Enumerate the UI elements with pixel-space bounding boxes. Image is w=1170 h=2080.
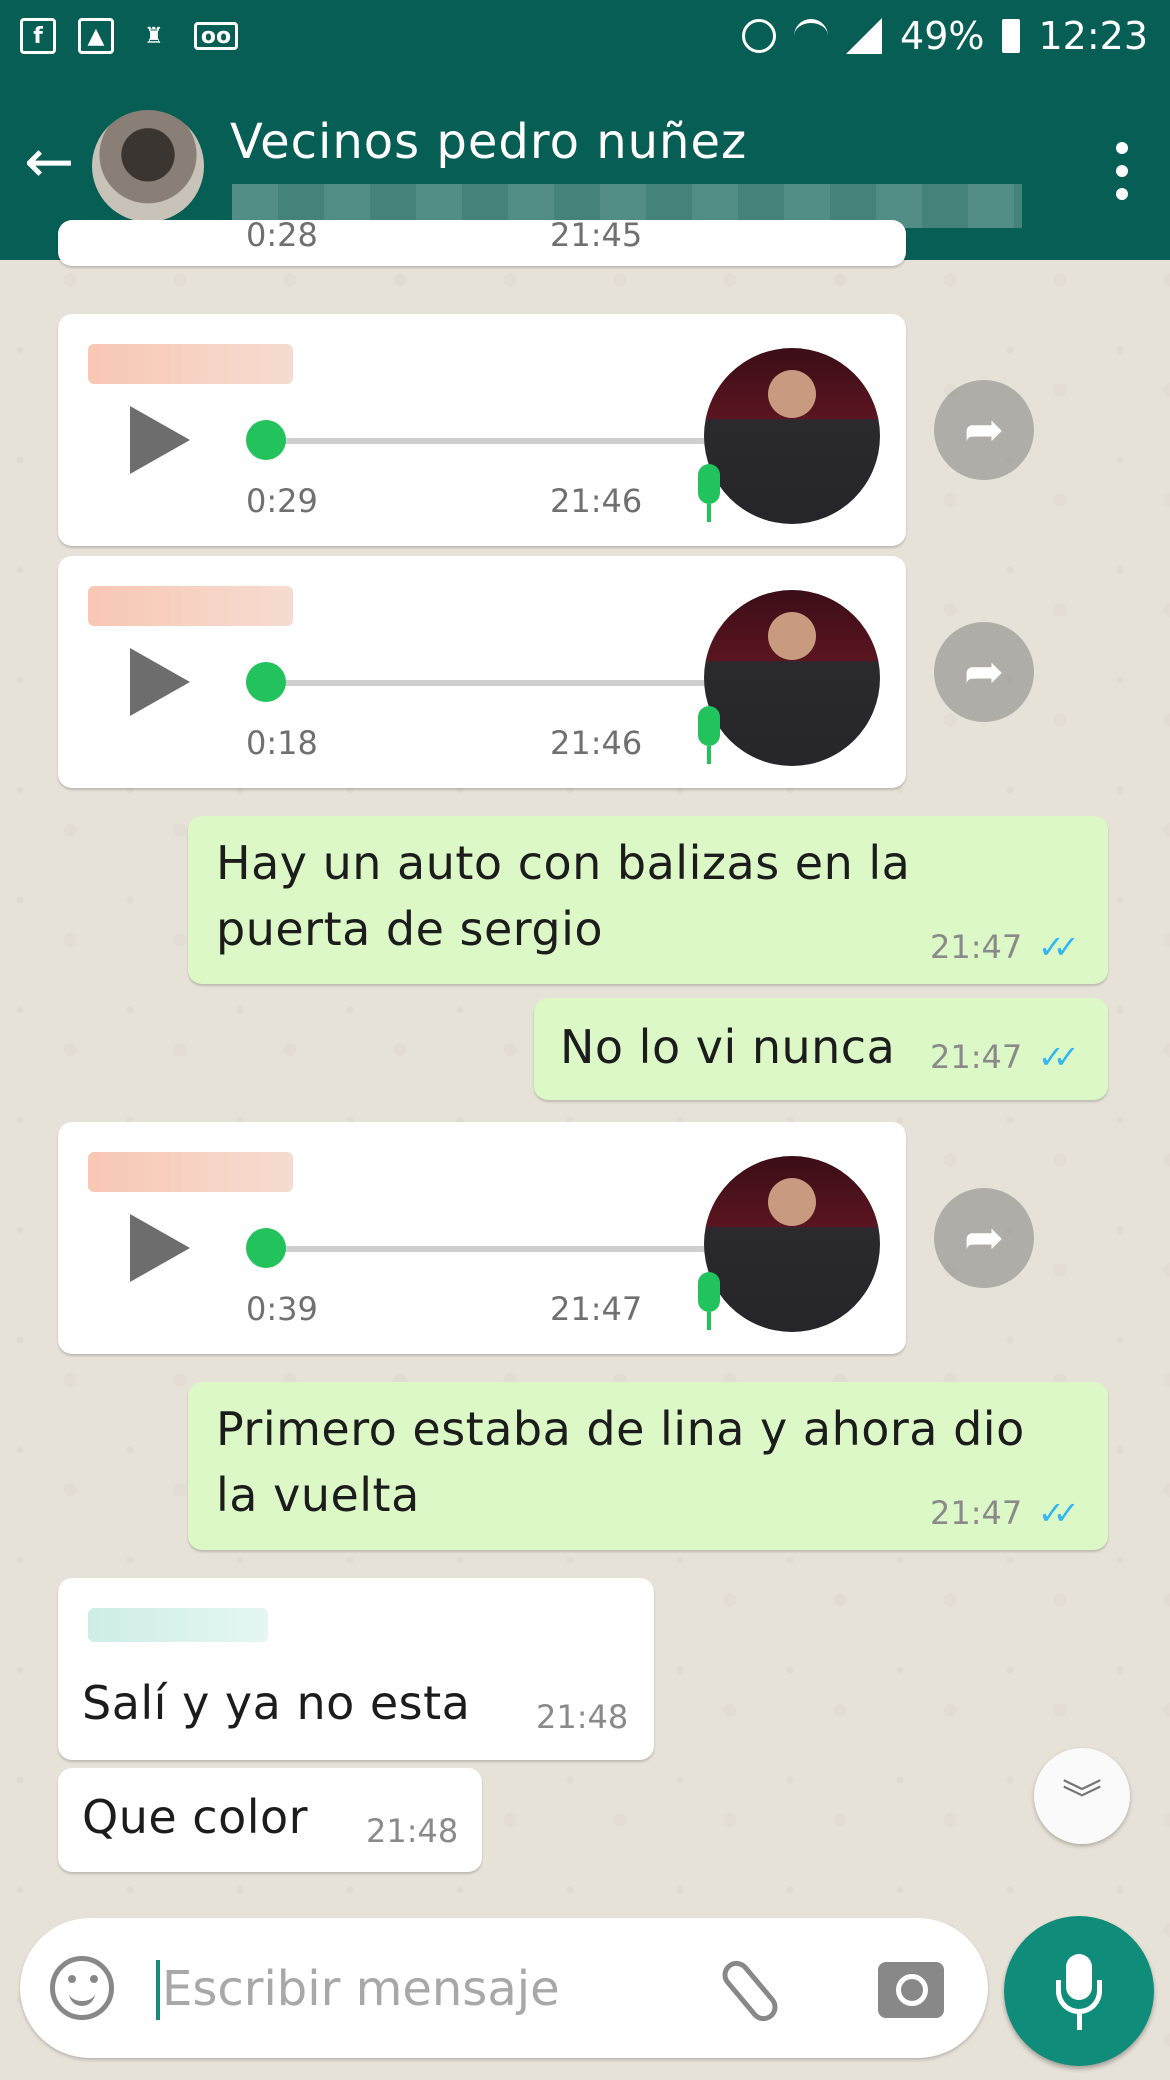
message-line: Que color bbox=[82, 1790, 309, 1844]
system-icons: 49% 12:23 bbox=[742, 14, 1148, 58]
read-receipt-icon: ✓✓ bbox=[1038, 928, 1079, 966]
voice-progress-track[interactable] bbox=[250, 1246, 706, 1252]
voice-seek-knob[interactable] bbox=[246, 662, 286, 702]
message-line: puerta de sergio bbox=[216, 902, 604, 956]
message-time: 21:46 bbox=[550, 724, 643, 762]
message-time: 21:47 bbox=[930, 1494, 1023, 1532]
emoji-icon[interactable] bbox=[50, 1956, 114, 2020]
message-time: 21:46 bbox=[550, 482, 643, 520]
outgoing-message[interactable]: Hay un auto con balizas en la puerta de … bbox=[188, 816, 1108, 984]
whatsapp-chat-screen: f ▲ ♜ oo 49% 12:23 ← Vecinos pedro nuñez… bbox=[0, 0, 1170, 2080]
play-icon[interactable] bbox=[130, 648, 190, 716]
message-line: Hay un auto con balizas en la bbox=[216, 836, 911, 890]
wifi-icon bbox=[794, 19, 829, 53]
scroll-to-bottom-icon[interactable]: ︾ bbox=[1034, 1748, 1130, 1844]
play-icon[interactable] bbox=[130, 406, 190, 474]
voice-progress-track[interactable] bbox=[250, 680, 706, 686]
voice-seek-knob[interactable] bbox=[246, 1228, 286, 1268]
outgoing-message[interactable]: No lo vi nunca 21:47 ✓✓ bbox=[534, 998, 1108, 1100]
sender-avatar bbox=[704, 1156, 880, 1332]
message-line: la vuelta bbox=[216, 1468, 420, 1522]
facebook-icon: f bbox=[20, 18, 56, 54]
battery-icon bbox=[1002, 19, 1021, 53]
message-time: 21:45 bbox=[550, 220, 643, 254]
read-receipt-icon: ✓✓ bbox=[1038, 1038, 1079, 1076]
message-line: No lo vi nunca bbox=[560, 1020, 896, 1074]
voice-seek-knob[interactable] bbox=[246, 420, 286, 460]
voice-message: 0:28 21:45 bbox=[58, 220, 906, 266]
battery-percent: 49% bbox=[900, 14, 985, 58]
alarm-icon bbox=[742, 19, 777, 53]
voice-duration: 0:28 bbox=[246, 220, 318, 254]
sender-name-blurred bbox=[88, 1152, 293, 1192]
attach-icon[interactable] bbox=[716, 1955, 784, 2027]
mic-icon bbox=[698, 1272, 720, 1330]
play-icon[interactable] bbox=[130, 1214, 190, 1282]
message-time: 21:48 bbox=[366, 1812, 459, 1850]
message-time: 21:47 bbox=[930, 1038, 1023, 1076]
camera-icon[interactable] bbox=[878, 1962, 944, 2018]
sender-name-blurred bbox=[88, 1608, 268, 1642]
message-list[interactable]: 0:28 21:45 0:29 21:46 ➦ 0:18 21:46 ➦ Hay… bbox=[0, 220, 1170, 1900]
message-time: 21:48 bbox=[536, 1698, 629, 1736]
read-receipt-icon: ✓✓ bbox=[1038, 1494, 1079, 1532]
voice-message: 0:29 21:46 bbox=[58, 314, 906, 546]
mic-icon bbox=[698, 706, 720, 764]
message-input[interactable] bbox=[160, 1948, 684, 2030]
signal-icon bbox=[846, 18, 883, 54]
incoming-message[interactable]: Que color 21:48 bbox=[58, 1768, 482, 1872]
sender-name-blurred bbox=[88, 344, 293, 384]
cleaner-icon: ♜ bbox=[144, 23, 164, 49]
voice-message: 0:18 21:46 bbox=[58, 556, 906, 788]
clock: 12:23 bbox=[1038, 14, 1148, 58]
group-title[interactable]: Vecinos pedro nuñez bbox=[230, 114, 747, 170]
back-arrow-icon[interactable]: ← bbox=[24, 132, 74, 192]
voice-duration: 0:18 bbox=[246, 724, 318, 762]
message-composer bbox=[20, 1918, 988, 2058]
status-bar: f ▲ ♜ oo 49% 12:23 bbox=[0, 0, 1170, 80]
group-avatar[interactable] bbox=[92, 110, 204, 222]
voice-duration: 0:29 bbox=[246, 482, 318, 520]
voicemail-icon: oo bbox=[194, 22, 238, 50]
voice-progress-track[interactable] bbox=[250, 438, 706, 444]
message-time: 21:47 bbox=[550, 1290, 643, 1328]
mic-icon bbox=[698, 464, 720, 522]
share-icon[interactable]: ➦ bbox=[934, 1188, 1034, 1288]
sender-name-blurred bbox=[88, 586, 293, 626]
message-time: 21:47 bbox=[930, 928, 1023, 966]
more-vert-icon[interactable] bbox=[1112, 142, 1132, 200]
notification-icons: f ▲ ♜ oo bbox=[20, 18, 238, 54]
gallery-icon: ▲ bbox=[78, 18, 114, 54]
voice-message: 0:39 21:47 bbox=[58, 1122, 906, 1354]
voice-duration: 0:39 bbox=[246, 1290, 318, 1328]
outgoing-message[interactable]: Primero estaba de lina y ahora dio la vu… bbox=[188, 1382, 1108, 1550]
sender-avatar bbox=[704, 348, 880, 524]
share-icon[interactable]: ➦ bbox=[934, 622, 1034, 722]
share-icon[interactable]: ➦ bbox=[934, 380, 1034, 480]
sender-avatar bbox=[704, 590, 880, 766]
message-line: Primero estaba de lina y ahora dio bbox=[216, 1402, 1025, 1456]
incoming-message[interactable]: Salí y ya no esta 21:48 bbox=[58, 1578, 654, 1760]
message-line: Salí y ya no esta bbox=[82, 1676, 471, 1730]
voice-record-button[interactable] bbox=[1004, 1916, 1154, 2066]
